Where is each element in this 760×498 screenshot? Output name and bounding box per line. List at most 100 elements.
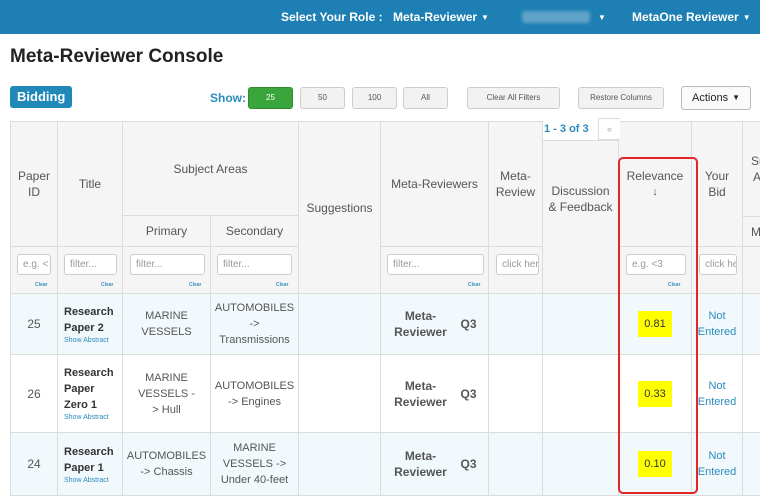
col-header-subject-areas-label: Subject Areas xyxy=(173,161,248,176)
meta-reviewer-name: Meta-Reviewer xyxy=(394,449,447,479)
meta-reviewers-filter-clear[interactable]: Clear xyxy=(468,282,481,288)
col-header-meta-reviewers[interactable]: Meta-Reviewers xyxy=(380,121,489,247)
col-header-your-bid-label: Your Bid xyxy=(704,169,730,199)
cell-paper-id: 26 xyxy=(10,354,58,433)
secondary-filter-clear[interactable]: Clear xyxy=(276,282,289,288)
col-header-meta-review-label: Meta-Review xyxy=(495,169,536,199)
col-header-secondary-label: Secondary xyxy=(225,224,284,238)
bid-link[interactable]: Not Entered xyxy=(697,448,737,480)
bid-link[interactable]: Not Entered xyxy=(697,378,737,410)
col-header-meta-review[interactable]: Meta-Review xyxy=(488,121,543,247)
chevron-down-icon: ▼ xyxy=(732,93,740,102)
cell-meta-reviewers: Meta-Reviewer Q3 xyxy=(380,293,489,355)
cell-title: Research Paper Zero 1 Show Abstract xyxy=(57,354,123,433)
show-abstract-link[interactable]: Show Abstract xyxy=(64,476,120,485)
title-filter-input[interactable]: filter... xyxy=(64,254,117,275)
pager-prev-button[interactable]: « xyxy=(598,118,620,140)
cell-relevance: 0.33 xyxy=(618,354,692,433)
primary-filter-input[interactable]: filter... xyxy=(130,254,205,275)
page-size-all-button[interactable]: All xyxy=(403,87,448,109)
paper-id-value: 25 xyxy=(27,317,41,331)
col-header-secondary[interactable]: Secondary xyxy=(210,215,299,247)
cell-title: Research Paper 1 Show Abstract xyxy=(57,432,123,496)
role-dropdown[interactable]: Meta-Reviewer ▼ xyxy=(393,10,489,24)
cell-primary: MARINE VESSELS -> Hull xyxy=(122,354,211,433)
cell-suggestions xyxy=(298,432,381,496)
col-header-meta-reviewers-label: Meta-Reviewers xyxy=(391,177,478,191)
cell-relevance: 0.10 xyxy=(618,432,692,496)
cell-meta-review xyxy=(488,432,543,496)
paper-title: Research Paper 1 xyxy=(64,445,114,474)
chevron-down-icon: ▼ xyxy=(742,13,751,22)
paper-title-wrap: Research Paper 2 Show Abstract xyxy=(64,304,120,345)
relevance-value: 0.81 xyxy=(638,311,672,337)
cell-discussion xyxy=(542,432,619,496)
show-abstract-link[interactable]: Show Abstract xyxy=(64,413,120,422)
secondary-filter-input[interactable]: filter... xyxy=(217,254,292,275)
meta-reviewer-quota: Q3 xyxy=(460,457,477,471)
chevron-down-icon[interactable]: ▼ xyxy=(594,10,606,24)
chevron-down-icon: ▼ xyxy=(481,13,489,22)
paper-id-filter-input[interactable]: e.g. < xyxy=(17,254,51,275)
pager-status: 1 - 3 of 3 xyxy=(544,123,589,135)
col-header-your-bid[interactable]: Your Bid xyxy=(691,121,743,247)
col-header-cut-off[interactable]: Su A xyxy=(742,121,760,217)
paper-id-value: 24 xyxy=(27,457,41,471)
cell-discussion xyxy=(542,293,619,355)
col-header-discussion[interactable]: Discussion & Feedback xyxy=(542,140,619,294)
col-header-relevance[interactable]: Relevance ↓ xyxy=(618,121,692,247)
col-header-subject-areas: Subject Areas xyxy=(122,121,299,216)
page-size-50-button[interactable]: 50 xyxy=(300,87,345,109)
cell-secondary: MARINE VESSELS -> Under 40-feet xyxy=(210,432,299,496)
col-header-suggestions-label: Suggestions xyxy=(306,200,373,215)
col-header-suggestions[interactable]: Suggestions xyxy=(298,121,381,294)
col-header-relevance-wrap: Relevance ↓ xyxy=(627,168,684,200)
page-size-25-button[interactable]: 25 xyxy=(248,87,293,109)
actions-button[interactable]: Actions ▼ xyxy=(681,86,751,110)
bidding-badge: Bidding xyxy=(10,86,73,108)
page-title: Meta-Reviewer Console xyxy=(10,46,224,67)
role-dropdown-label: Meta-Reviewer xyxy=(393,10,478,24)
meta-reviewer-quota: Q3 xyxy=(460,386,477,401)
restore-columns-button[interactable]: Restore Columns xyxy=(578,87,664,109)
paper-title-wrap: Research Paper 1 Show Abstract xyxy=(64,444,120,485)
cell-cut-off xyxy=(742,432,760,496)
col-header-paper-id-label: Paper ID xyxy=(17,169,51,199)
meta-reviewer-quota: Q3 xyxy=(460,317,477,331)
secondary-area-value: MARINE VESSELS -> Under 40-feet xyxy=(220,442,289,486)
clear-all-filters-button[interactable]: Clear All Filters xyxy=(467,87,560,109)
cell-suggestions xyxy=(298,293,381,355)
cell-meta-review xyxy=(488,293,543,355)
paper-id-filter-clear[interactable]: Clear xyxy=(35,282,48,288)
redacted-menu[interactable] xyxy=(522,11,590,23)
meta-review-filter-input[interactable]: click here xyxy=(496,254,539,275)
role-label: Select Your Role : xyxy=(281,10,383,24)
col-header-discussion-label: Discussion & Feedback xyxy=(548,184,613,214)
user-menu[interactable]: MetaOne Reviewer ▼ xyxy=(632,10,751,24)
page-size-100-button[interactable]: 100 xyxy=(352,87,397,109)
cell-your-bid: Not Entered xyxy=(691,354,743,433)
title-filter-clear[interactable]: Clear xyxy=(101,282,114,288)
relevance-filter-clear[interactable]: Clear xyxy=(668,282,681,288)
cell-suggestions xyxy=(298,354,381,433)
cell-paper-id: 24 xyxy=(10,432,58,496)
col-header-title[interactable]: Title xyxy=(57,121,123,247)
meta-reviewers-filter-input[interactable]: filter... xyxy=(387,254,484,275)
col-header-primary-label: Primary xyxy=(145,224,188,238)
actions-label: Actions xyxy=(692,92,729,104)
paper-title: Research Paper Zero 1 xyxy=(64,367,114,411)
col-header-cut-off-sub-label: Mi xyxy=(751,224,760,239)
relevance-value: 0.33 xyxy=(638,380,672,407)
bid-link[interactable]: Not Entered xyxy=(697,308,737,340)
show-abstract-link[interactable]: Show Abstract xyxy=(64,336,120,345)
col-header-cut-off-sub[interactable]: Mi xyxy=(742,216,760,247)
secondary-area-value: AUTOMOBILES -> Transmissions xyxy=(214,302,295,346)
cell-secondary: AUTOMOBILES -> Engines xyxy=(210,354,299,433)
col-header-paper-id[interactable]: Paper ID xyxy=(10,121,58,247)
top-nav-bar: Select Your Role : Meta-Reviewer ▼ ▼ Meta… xyxy=(0,0,760,34)
col-header-title-label: Title xyxy=(78,177,102,191)
col-header-primary[interactable]: Primary xyxy=(122,215,211,247)
your-bid-filter-input[interactable]: click here xyxy=(699,254,737,275)
primary-filter-clear[interactable]: Clear xyxy=(189,282,202,288)
relevance-filter-input[interactable]: e.g. <3 xyxy=(626,254,686,275)
